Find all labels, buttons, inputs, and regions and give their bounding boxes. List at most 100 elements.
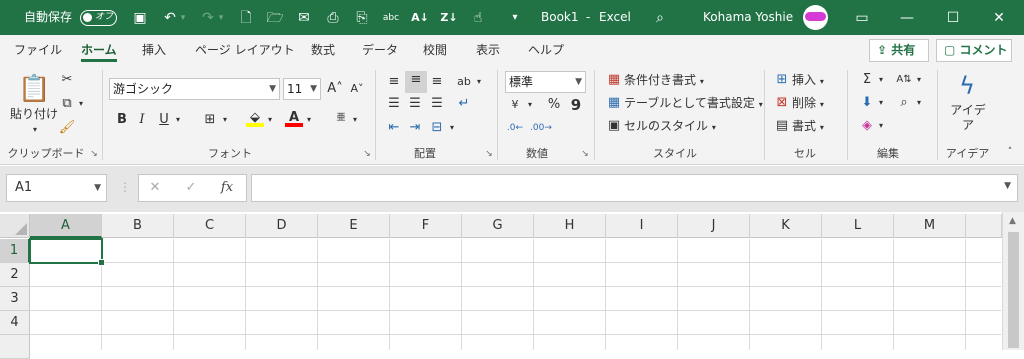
decrease-font-size-icon[interactable]: A˅ (348, 80, 366, 98)
tab-page-layout[interactable]: ページ レイアウト (195, 35, 295, 65)
column-header[interactable]: H (534, 214, 606, 238)
ideas-icon[interactable]: ϟ (953, 71, 981, 101)
cell-styles-button[interactable]: セルのスタイル ▾ (624, 117, 716, 137)
column-header[interactable]: J (678, 214, 750, 238)
sort-filter-dropdown-icon[interactable]: ▾ (914, 71, 924, 89)
conditional-formatting-button[interactable]: 条件付き書式 ▾ (624, 71, 704, 91)
tab-formulas[interactable]: 数式 (311, 35, 335, 65)
format-as-table-button[interactable]: テーブルとして書式設定 ▾ (624, 94, 763, 114)
comma-style-button[interactable]: 9 (567, 96, 585, 114)
column-header[interactable]: C (174, 214, 246, 238)
tab-data[interactable]: データ (362, 35, 398, 65)
name-box[interactable]: A1 ▼ (6, 174, 107, 202)
scrollbar-thumb[interactable] (1008, 232, 1019, 348)
paste-dropdown-icon[interactable]: ▾ (26, 121, 44, 139)
row-header[interactable]: 4 (0, 311, 30, 335)
tab-help[interactable]: ヘルプ (528, 35, 564, 65)
ideas-button-label[interactable]: アイデア (948, 103, 988, 133)
align-center-icon[interactable]: ☰ (406, 95, 424, 113)
active-cell[interactable] (29, 238, 105, 266)
tab-insert[interactable]: 挿入 (142, 35, 166, 65)
bold-button[interactable]: B (113, 111, 131, 129)
close-icon[interactable]: ✕ (989, 8, 1009, 28)
ribbon-display-options-icon[interactable]: ▭ (852, 8, 872, 28)
vertical-scrollbar[interactable]: ▲ (1002, 212, 1024, 350)
align-top-icon[interactable]: ≡ (385, 73, 403, 91)
row-header[interactable]: 1 (0, 239, 30, 263)
fill-dropdown-icon[interactable]: ▾ (876, 94, 886, 112)
align-left-icon[interactable]: ☰ (385, 95, 403, 113)
currency-icon[interactable]: ¥ (506, 96, 524, 114)
underline-button[interactable]: U (155, 111, 173, 129)
save-icon[interactable]: ▣ (130, 8, 150, 28)
borders-icon[interactable]: ⊞ (201, 111, 219, 129)
italic-button[interactable]: I (133, 111, 151, 129)
format-as-table-icon[interactable]: ▦ (605, 94, 623, 112)
currency-dropdown-icon[interactable]: ▾ (525, 96, 535, 114)
orientation-dropdown-icon[interactable]: ▾ (474, 73, 484, 91)
align-middle-icon[interactable]: ≡ (405, 71, 427, 93)
sort-descending-icon[interactable]: Z↓ (439, 8, 459, 28)
clear-icon[interactable]: ◈ (858, 117, 876, 135)
orientation-icon[interactable]: ab (455, 73, 473, 91)
column-header[interactable]: K (750, 214, 822, 238)
column-header-partial[interactable] (966, 214, 1002, 238)
autosum-icon[interactable]: Σ (858, 71, 876, 89)
scroll-up-icon[interactable]: ▲ (1009, 216, 1016, 226)
touch-mode-icon[interactable]: ☝ (468, 8, 488, 28)
undo-icon[interactable]: ↶ (160, 8, 180, 28)
tab-home[interactable]: ホーム (81, 35, 117, 65)
column-header[interactable]: A (30, 214, 102, 238)
number-format-select[interactable]: 標準 ▼ (505, 71, 586, 93)
conditional-formatting-icon[interactable]: ▦ (605, 71, 623, 89)
column-header[interactable]: M (894, 214, 966, 238)
open-folder-icon[interactable]: 🗁 (265, 8, 285, 28)
insert-cells-button[interactable]: 挿入 ▾ (792, 71, 824, 91)
column-header[interactable]: E (318, 214, 390, 238)
cell-area[interactable] (30, 239, 1001, 350)
format-cells-icon[interactable]: ▤ (773, 117, 791, 135)
row-header[interactable]: 2 (0, 263, 30, 287)
font-size-select[interactable]: 11 ▼ (283, 78, 321, 100)
new-file-icon[interactable]: 🗋 (236, 8, 256, 28)
merge-center-icon[interactable]: ⊟ (428, 119, 446, 137)
redo-dropdown-icon[interactable]: ▾ (216, 8, 226, 28)
column-header[interactable]: G (462, 214, 534, 238)
column-header[interactable]: L (822, 214, 894, 238)
copy-dropdown-icon[interactable]: ▾ (76, 95, 86, 113)
percent-style-button[interactable]: % (545, 96, 563, 114)
row-header[interactable]: 3 (0, 287, 30, 311)
find-select-icon[interactable]: ⌕ (895, 94, 913, 112)
avatar[interactable] (803, 5, 828, 30)
decrease-decimal-icon[interactable]: .00→ (530, 119, 552, 137)
share-button[interactable]: ⇪ 共有 (869, 39, 929, 62)
phonetic-guide-icon[interactable]: 亜 (332, 109, 350, 127)
merge-dropdown-icon[interactable]: ▾ (447, 119, 457, 137)
sort-ascending-icon[interactable]: A↓ (410, 8, 430, 28)
maximize-icon[interactable]: ☐ (943, 8, 963, 28)
column-header[interactable]: B (102, 214, 174, 238)
font-launcher-icon[interactable]: ↘ (362, 149, 372, 159)
paste-icon[interactable]: 📋 (18, 73, 50, 105)
wrap-text-icon[interactable]: ↵ (455, 95, 473, 113)
insert-function-icon[interactable]: fx (217, 179, 237, 197)
format-painter-icon[interactable]: 🖌 (58, 119, 76, 137)
borders-dropdown-icon[interactable]: ▾ (220, 111, 230, 129)
underline-dropdown-icon[interactable]: ▾ (173, 111, 183, 129)
comments-button[interactable]: ▢ コメント (936, 39, 1012, 62)
number-launcher-icon[interactable]: ↘ (580, 149, 590, 159)
column-header[interactable]: F (390, 214, 462, 238)
font-color-dropdown-icon[interactable]: ▾ (304, 111, 314, 129)
copy-icon[interactable]: ⧉ (58, 95, 76, 113)
tab-file[interactable]: ファイル (14, 35, 62, 65)
cancel-entry-icon[interactable]: ✕ (145, 179, 165, 197)
cell-styles-icon[interactable]: ▣ (605, 117, 623, 135)
clear-dropdown-icon[interactable]: ▾ (876, 117, 886, 135)
increase-indent-icon[interactable]: ⇥ (406, 119, 424, 137)
decrease-indent-icon[interactable]: ⇤ (385, 119, 403, 137)
increase-decimal-icon[interactable]: .0← (506, 119, 524, 137)
print-preview-icon[interactable]: ⎙ (323, 8, 343, 28)
delete-cells-icon[interactable]: ⊠ (773, 94, 791, 112)
customize-toolbar-icon[interactable]: ▾ (505, 8, 525, 28)
tab-review[interactable]: 校閲 (423, 35, 447, 65)
